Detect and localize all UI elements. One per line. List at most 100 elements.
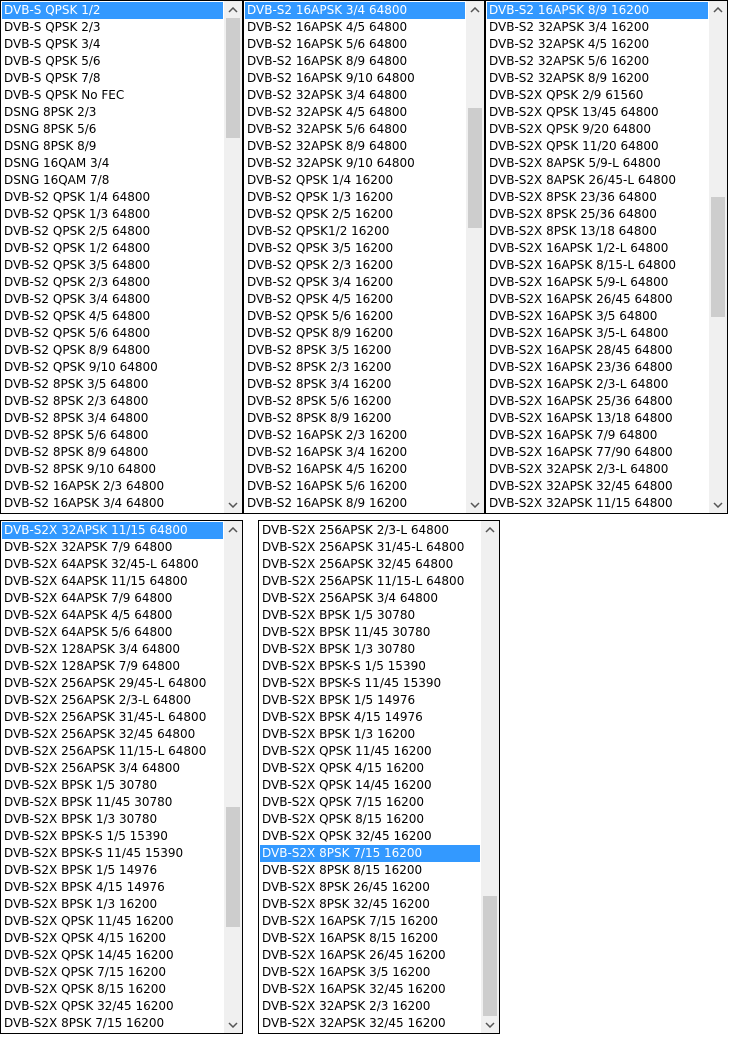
list-item[interactable]: DVB-S2X 128APSK 7/9 64800 [2, 658, 223, 675]
list-item[interactable]: DVB-S2 QPSK 5/6 64800 [2, 325, 223, 342]
list-item[interactable]: DVB-S2X QPSK 7/15 16200 [260, 794, 480, 811]
list-item[interactable]: DVB-S2X QPSK 32/45 16200 [2, 998, 223, 1015]
list-item[interactable]: DVB-S2 QPSK 2/5 16200 [245, 206, 465, 223]
modcod-listbox-4[interactable]: DVB-S2X 32APSK 11/15 64800 DVB-S2X 32APSK… [0, 520, 243, 1034]
list-item[interactable]: DVB-S2X 8PSK 32/45 16200 [260, 896, 480, 913]
list-item[interactable]: DVB-S2 QPSK 1/3 64800 [2, 206, 223, 223]
vertical-scrollbar[interactable] [224, 521, 242, 1033]
list-item[interactable]: DVB-S2 QPSK 4/5 64800 [2, 308, 223, 325]
list-item[interactable]: DVB-S QPSK No FEC [2, 87, 223, 104]
list-item[interactable]: DVB-S2X QPSK 11/20 64800 [487, 138, 708, 155]
list-item[interactable]: DVB-S2X 8APSK 5/9-L 64800 [487, 155, 708, 172]
list-item[interactable]: DVB-S2 QPSK 3/5 16200 [245, 240, 465, 257]
list-item-selected[interactable]: DVB-S QPSK 1/2 [2, 2, 223, 19]
list-item[interactable]: DVB-S2X 64APSK 5/6 64800 [2, 624, 223, 641]
modcod-listbox-1[interactable]: DVB-S QPSK 1/2 DVB-S QPSK 2/3 DVB-S QPSK 3… [0, 0, 243, 514]
list-item[interactable]: DVB-S2X 8PSK 8/15 16200 [260, 862, 480, 879]
list-item[interactable]: DVB-S2X 16APSK 5/9-L 64800 [487, 274, 708, 291]
list-item[interactable]: DVB-S2X 8APSK 26/45-L 64800 [487, 172, 708, 189]
list-item[interactable]: DVB-S2 QPSK 9/10 64800 [2, 359, 223, 376]
scrollbar-thumb[interactable] [226, 18, 240, 138]
list-item-selected[interactable]: DVB-S2X 8PSK 7/15 16200 [260, 845, 480, 862]
list-item[interactable]: DVB-S2X 256APSK 11/15-L 64800 [260, 573, 480, 590]
chevron-up-icon[interactable] [709, 1, 727, 18]
scrollbar-thumb[interactable] [483, 896, 497, 1016]
list-item[interactable]: DVB-S2X QPSK 8/15 16200 [260, 811, 480, 828]
list-item[interactable]: DVB-S2 16APSK 4/5 16200 [245, 461, 465, 478]
list-item[interactable]: DVB-S2X 16APSK 3/5 64800 [487, 308, 708, 325]
list-item[interactable]: DVB-S2 8PSK 3/5 64800 [2, 376, 223, 393]
list-item[interactable]: DVB-S2X QPSK 14/45 16200 [2, 947, 223, 964]
list-item[interactable]: DVB-S2X 8PSK 23/36 64800 [487, 189, 708, 206]
list-item[interactable]: DVB-S2 16APSK 4/5 64800 [245, 19, 465, 36]
list-item[interactable]: DVB-S2X 256APSK 3/4 64800 [260, 590, 480, 607]
list-item[interactable]: DVB-S2X 64APSK 11/15 64800 [2, 573, 223, 590]
list-item[interactable]: DVB-S2X 256APSK 32/45 64800 [260, 556, 480, 573]
list-item[interactable]: DVB-S2X BPSK 1/3 16200 [260, 726, 480, 743]
list-item[interactable]: DVB-S2X 32APSK 11/15 64800 [487, 495, 708, 512]
list-item[interactable]: DSNG 8PSK 8/9 [2, 138, 223, 155]
list-item[interactable]: DVB-S2 QPSK 3/4 16200 [245, 274, 465, 291]
list-item[interactable]: DVB-S2X BPSK-S 11/45 15390 [2, 845, 223, 862]
list-item[interactable]: DVB-S2 8PSK 5/6 64800 [2, 427, 223, 444]
list-item[interactable]: DVB-S2X BPSK-S 1/5 15390 [2, 828, 223, 845]
list-item[interactable]: DVB-S2 8PSK 2/3 64800 [2, 393, 223, 410]
list-item[interactable]: DVB-S2 QPSK 4/5 16200 [245, 291, 465, 308]
list-item[interactable]: DVB-S2X 16APSK 3/5-L 64800 [487, 325, 708, 342]
list-item[interactable]: DVB-S2X BPSK 1/5 30780 [260, 607, 480, 624]
list-item[interactable]: DVB-S2 8PSK 3/5 16200 [245, 342, 465, 359]
list-item[interactable]: DVB-S2X 16APSK 8/15-L 64800 [487, 257, 708, 274]
scrollbar-thumb[interactable] [226, 807, 240, 927]
chevron-up-icon[interactable] [466, 1, 484, 18]
list-item[interactable]: DSNG 8PSK 2/3 [2, 104, 223, 121]
list-item[interactable]: DVB-S2X 128APSK 3/4 64800 [2, 641, 223, 658]
list-item[interactable]: DVB-S2X QPSK 9/20 64800 [487, 121, 708, 138]
list-item[interactable]: DVB-S2X BPSK 1/3 16200 [2, 896, 223, 913]
list-item[interactable]: DVB-S2X 16APSK 2/3-L 64800 [487, 376, 708, 393]
list-item[interactable]: DVB-S2X 16APSK 23/36 64800 [487, 359, 708, 376]
list-item[interactable]: DVB-S2 QPSK 2/3 64800 [2, 274, 223, 291]
list-item[interactable]: DVB-S2X QPSK 32/45 16200 [260, 828, 480, 845]
vertical-scrollbar[interactable] [481, 521, 499, 1033]
list-item[interactable]: DVB-S2X 8PSK 7/15 16200 [2, 1015, 223, 1032]
list-item[interactable]: DVB-S2 QPSK 2/5 64800 [2, 223, 223, 240]
chevron-up-icon[interactable] [481, 521, 499, 538]
modcod-listbox-5[interactable]: DVB-S2X 256APSK 2/3-L 64800 DVB-S2X 256AP… [258, 520, 500, 1034]
list-item[interactable]: DVB-S2 32APSK 9/10 64800 [245, 155, 465, 172]
vertical-scrollbar[interactable] [224, 1, 242, 513]
list-item[interactable]: DVB-S2X 8PSK 26/45 16200 [260, 879, 480, 896]
list-item[interactable]: DVB-S2 16APSK 8/9 64800 [245, 53, 465, 70]
list-item[interactable]: DVB-S2X BPSK 1/3 30780 [260, 641, 480, 658]
list-item[interactable]: DVB-S2X 256APSK 3/4 64800 [2, 760, 223, 777]
list-item[interactable]: DVB-S2X 16APSK 7/9 64800 [487, 427, 708, 444]
list-item[interactable]: DVB-S2 QPSK1/2 16200 [245, 223, 465, 240]
list-item[interactable]: DVB-S2X 64APSK 4/5 64800 [2, 607, 223, 624]
list-item[interactable]: DVB-S2 16APSK 5/6 64800 [245, 36, 465, 53]
list-item[interactable]: DVB-S2X 16APSK 26/45 64800 [487, 291, 708, 308]
chevron-up-icon[interactable] [224, 521, 242, 538]
scrollbar-thumb[interactable] [468, 108, 482, 228]
list-item[interactable]: DVB-S2 QPSK 2/3 16200 [245, 257, 465, 274]
list-item[interactable]: DVB-S2 32APSK 3/4 16200 [487, 19, 708, 36]
list-item[interactable]: DVB-S2 32APSK 5/6 16200 [487, 53, 708, 70]
list-item[interactable]: DVB-S2X 256APSK 32/45 64800 [2, 726, 223, 743]
chevron-up-icon[interactable] [224, 1, 242, 18]
list-item[interactable]: DVB-S2X QPSK 7/15 16200 [2, 964, 223, 981]
chevron-down-icon[interactable] [481, 1016, 499, 1033]
list-item[interactable]: DVB-S2X BPSK 11/45 30780 [260, 624, 480, 641]
list-item[interactable]: DVB-S2X BPSK 4/15 14976 [2, 879, 223, 896]
chevron-down-icon[interactable] [224, 496, 242, 513]
list-item[interactable]: DVB-S2 32APSK 8/9 64800 [245, 138, 465, 155]
list-item[interactable]: DVB-S2X 32APSK 7/9 64800 [2, 539, 223, 556]
modcod-listbox-2[interactable]: DVB-S2 16APSK 3/4 64800 DVB-S2 16APSK 4/5… [243, 0, 485, 514]
list-item[interactable]: DVB-S2X BPSK 4/15 14976 [260, 709, 480, 726]
list-item[interactable]: DVB-S2X 16APSK 1/2-L 64800 [487, 240, 708, 257]
list-item[interactable]: DVB-S2 QPSK 5/6 16200 [245, 308, 465, 325]
list-item[interactable]: DSNG 16QAM 3/4 [2, 155, 223, 172]
list-item[interactable]: DVB-S2 16APSK 8/9 16200 [245, 495, 465, 512]
list-item[interactable]: DVB-S2 32APSK 8/9 16200 [487, 70, 708, 87]
list-item[interactable]: DVB-S2X BPSK 1/5 14976 [2, 862, 223, 879]
modcod-listbox-3[interactable]: DVB-S2 16APSK 8/9 16200 DVB-S2 32APSK 3/4… [485, 0, 728, 514]
list-item[interactable]: DVB-S2 8PSK 8/9 64800 [2, 444, 223, 461]
list-item[interactable]: DVB-S2 8PSK 9/10 64800 [2, 461, 223, 478]
